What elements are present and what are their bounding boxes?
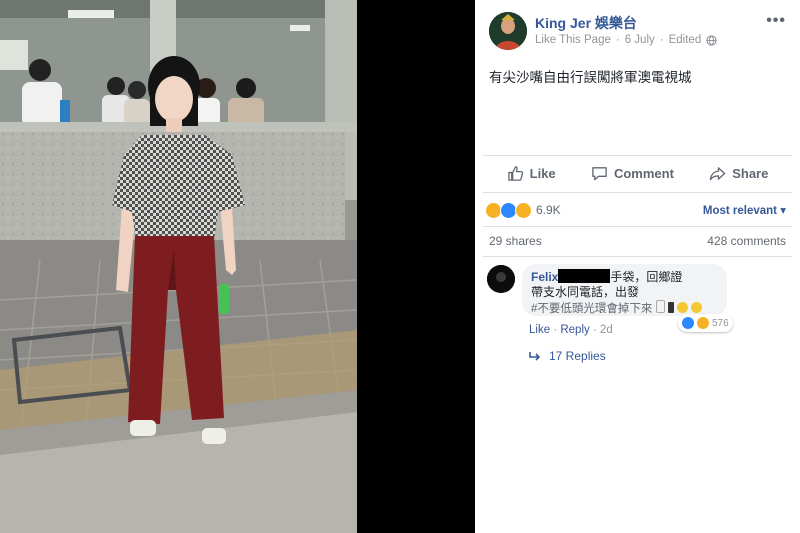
avatar-image <box>489 12 527 50</box>
post-panel: King Jer 娛樂台 Like This Page · 6 July · E… <box>475 0 800 533</box>
comment-reactions[interactable]: 576 <box>678 314 733 332</box>
redaction-bar <box>558 269 611 283</box>
comment-bubble: Felix 手袋，回鄉證 帶支水同電話，出發 #不要低頭光環會掉下來 <box>522 264 727 316</box>
caret-down-icon: ▾ <box>780 205 786 217</box>
comment-actions: Like · Reply · 2d <box>529 324 613 336</box>
reactions-summary: 6.9K Most relevant ▾ <box>485 199 786 221</box>
meta-dot: · <box>659 34 664 46</box>
like-button[interactable]: Like <box>507 165 556 182</box>
bottle-emoji-icon <box>655 300 665 313</box>
shares-count[interactable]: 29 shares <box>489 234 542 248</box>
haha-icon <box>697 317 709 329</box>
more-options-icon[interactable]: ••• <box>766 12 786 30</box>
comment-reaction-count: 576 <box>712 317 729 329</box>
post-text: 有尖沙嘴自由行誤闖將軍澳電視城 <box>489 70 692 85</box>
share-button[interactable]: Share <box>709 165 768 182</box>
comment-line-1: 手袋，回鄉證 <box>610 270 683 284</box>
divider <box>483 155 792 156</box>
replies-count: 17 Replies <box>549 349 606 363</box>
post-meta: Like This Page · 6 July · Edited <box>535 34 717 46</box>
avatar-image <box>487 265 515 293</box>
divider <box>483 192 792 193</box>
share-label: Share <box>732 165 769 181</box>
reply-arrow-icon <box>529 352 541 361</box>
comment-label: Comment <box>613 165 674 181</box>
comment-line-2: 帶支水同電話，出發 <box>531 285 640 299</box>
post-stats: 29 shares 428 comments <box>489 234 786 248</box>
separator: · <box>592 324 597 336</box>
laughing-emoji-icon <box>677 302 689 313</box>
post-date[interactable]: 6 July <box>625 34 655 46</box>
page-name[interactable]: King Jer 娛樂台 <box>535 13 637 33</box>
sort-label: Most relevant <box>702 205 778 217</box>
black-border <box>357 0 475 533</box>
comment-like-link[interactable]: Like <box>529 324 550 336</box>
wow-icon <box>515 201 532 219</box>
comments-count[interactable]: 428 comments <box>707 234 786 248</box>
photo-illustration <box>0 0 357 533</box>
phone-emoji-icon <box>667 302 674 313</box>
page-avatar[interactable] <box>489 12 527 50</box>
globe-icon <box>706 34 717 46</box>
comment-reply-link[interactable]: Reply <box>560 324 589 336</box>
like-page-link[interactable]: Like This Page <box>535 34 611 46</box>
commenter-avatar[interactable] <box>487 265 515 293</box>
divider <box>483 256 792 257</box>
post-actions: Like Comment Share <box>489 160 786 186</box>
comment-author[interactable]: Felix <box>531 270 558 284</box>
reaction-count[interactable]: 6.9K <box>536 203 561 217</box>
comment-age[interactable]: 2d <box>600 324 613 336</box>
comment-button[interactable]: Comment <box>591 165 674 182</box>
thumbs-up-icon <box>507 165 523 181</box>
sort-dropdown[interactable]: Most relevant ▾ <box>703 203 786 217</box>
divider <box>483 226 792 227</box>
comment-icon <box>592 166 607 180</box>
reaction-icons[interactable]: 6.9K <box>485 201 561 219</box>
comment-line-3: #不要低頭光環會掉下來 <box>531 303 653 315</box>
like-label: Like <box>529 165 556 181</box>
like-reaction-icon <box>682 317 694 329</box>
edited-label[interactable]: Edited <box>669 34 702 46</box>
share-icon <box>709 166 726 180</box>
laughing-emoji-icon <box>691 302 703 313</box>
separator: · <box>553 324 558 336</box>
post-photo[interactable] <box>0 0 357 533</box>
view-replies-link[interactable]: 17 Replies <box>529 349 606 363</box>
meta-dot: · <box>615 34 620 46</box>
